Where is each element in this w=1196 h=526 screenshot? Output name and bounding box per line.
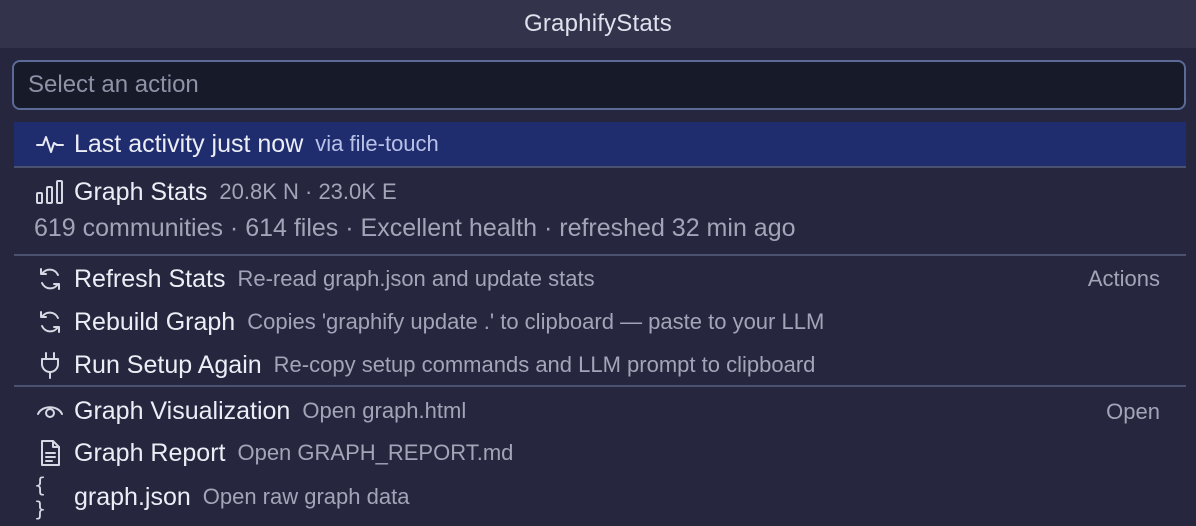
stats-summary: 619 communities · 614 files · Excellent … bbox=[34, 214, 796, 242]
item-label: Last activity just now bbox=[74, 129, 304, 158]
divider bbox=[14, 166, 1186, 168]
list-item-graph-visualization[interactable]: Graph Visualization Open graph.html bbox=[14, 390, 1186, 432]
refresh-icon bbox=[34, 306, 66, 338]
pulse-icon bbox=[34, 128, 66, 160]
window-title: GraphifyStats bbox=[0, 0, 1196, 48]
item-description: Copies 'graphify update .' to clipboard … bbox=[247, 309, 825, 334]
braces-icon: { } bbox=[34, 473, 47, 521]
quick-pick-panel: GraphifyStats Last activity just now via… bbox=[0, 0, 1196, 526]
item-description: 20.8K N · 23.0K E bbox=[219, 179, 397, 204]
plug-icon bbox=[34, 349, 66, 381]
list-item-graph-json[interactable]: { } graph.json Open raw graph data bbox=[14, 473, 1186, 521]
list-item-graph-stats[interactable]: Graph Stats 20.8K N · 23.0K E bbox=[14, 172, 1186, 212]
item-label: Rebuild Graph bbox=[74, 307, 236, 336]
item-description: Re-copy setup commands and LLM prompt to… bbox=[273, 352, 816, 377]
file-icon bbox=[34, 437, 66, 469]
refresh-icon bbox=[34, 263, 66, 295]
item-description: Open raw graph data bbox=[202, 484, 410, 509]
item-label: Refresh Stats bbox=[74, 264, 226, 293]
list-item-rebuild-graph[interactable]: Rebuild Graph Copies 'graphify update .'… bbox=[14, 301, 1186, 343]
list-item-run-setup-again[interactable]: Run Setup Again Re-copy setup commands a… bbox=[14, 344, 1186, 386]
item-label: Graph Stats bbox=[74, 177, 208, 206]
item-label: Graph Visualization bbox=[74, 396, 291, 425]
item-description: via file-touch bbox=[315, 131, 439, 156]
eye-icon bbox=[34, 395, 66, 427]
list-item-graph-report[interactable]: Graph Report Open GRAPH_REPORT.md bbox=[14, 432, 1186, 474]
bar-chart-icon bbox=[34, 176, 66, 208]
search-box[interactable] bbox=[12, 60, 1186, 110]
item-description: Open graph.html bbox=[302, 398, 467, 423]
item-description: Re-read graph.json and update stats bbox=[237, 266, 595, 291]
item-description: Open GRAPH_REPORT.md bbox=[237, 440, 514, 465]
item-label: Graph Report bbox=[74, 438, 226, 467]
divider bbox=[14, 385, 1186, 387]
list-item-last-activity[interactable]: Last activity just now via file-touch bbox=[14, 122, 1186, 166]
item-label: Run Setup Again bbox=[74, 350, 262, 379]
search-input[interactable] bbox=[26, 70, 1172, 100]
list-item-refresh-stats[interactable]: Refresh Stats Re-read graph.json and upd… bbox=[14, 258, 1186, 300]
item-label: graph.json bbox=[74, 482, 191, 511]
divider bbox=[14, 254, 1186, 256]
search-container bbox=[0, 48, 1196, 110]
